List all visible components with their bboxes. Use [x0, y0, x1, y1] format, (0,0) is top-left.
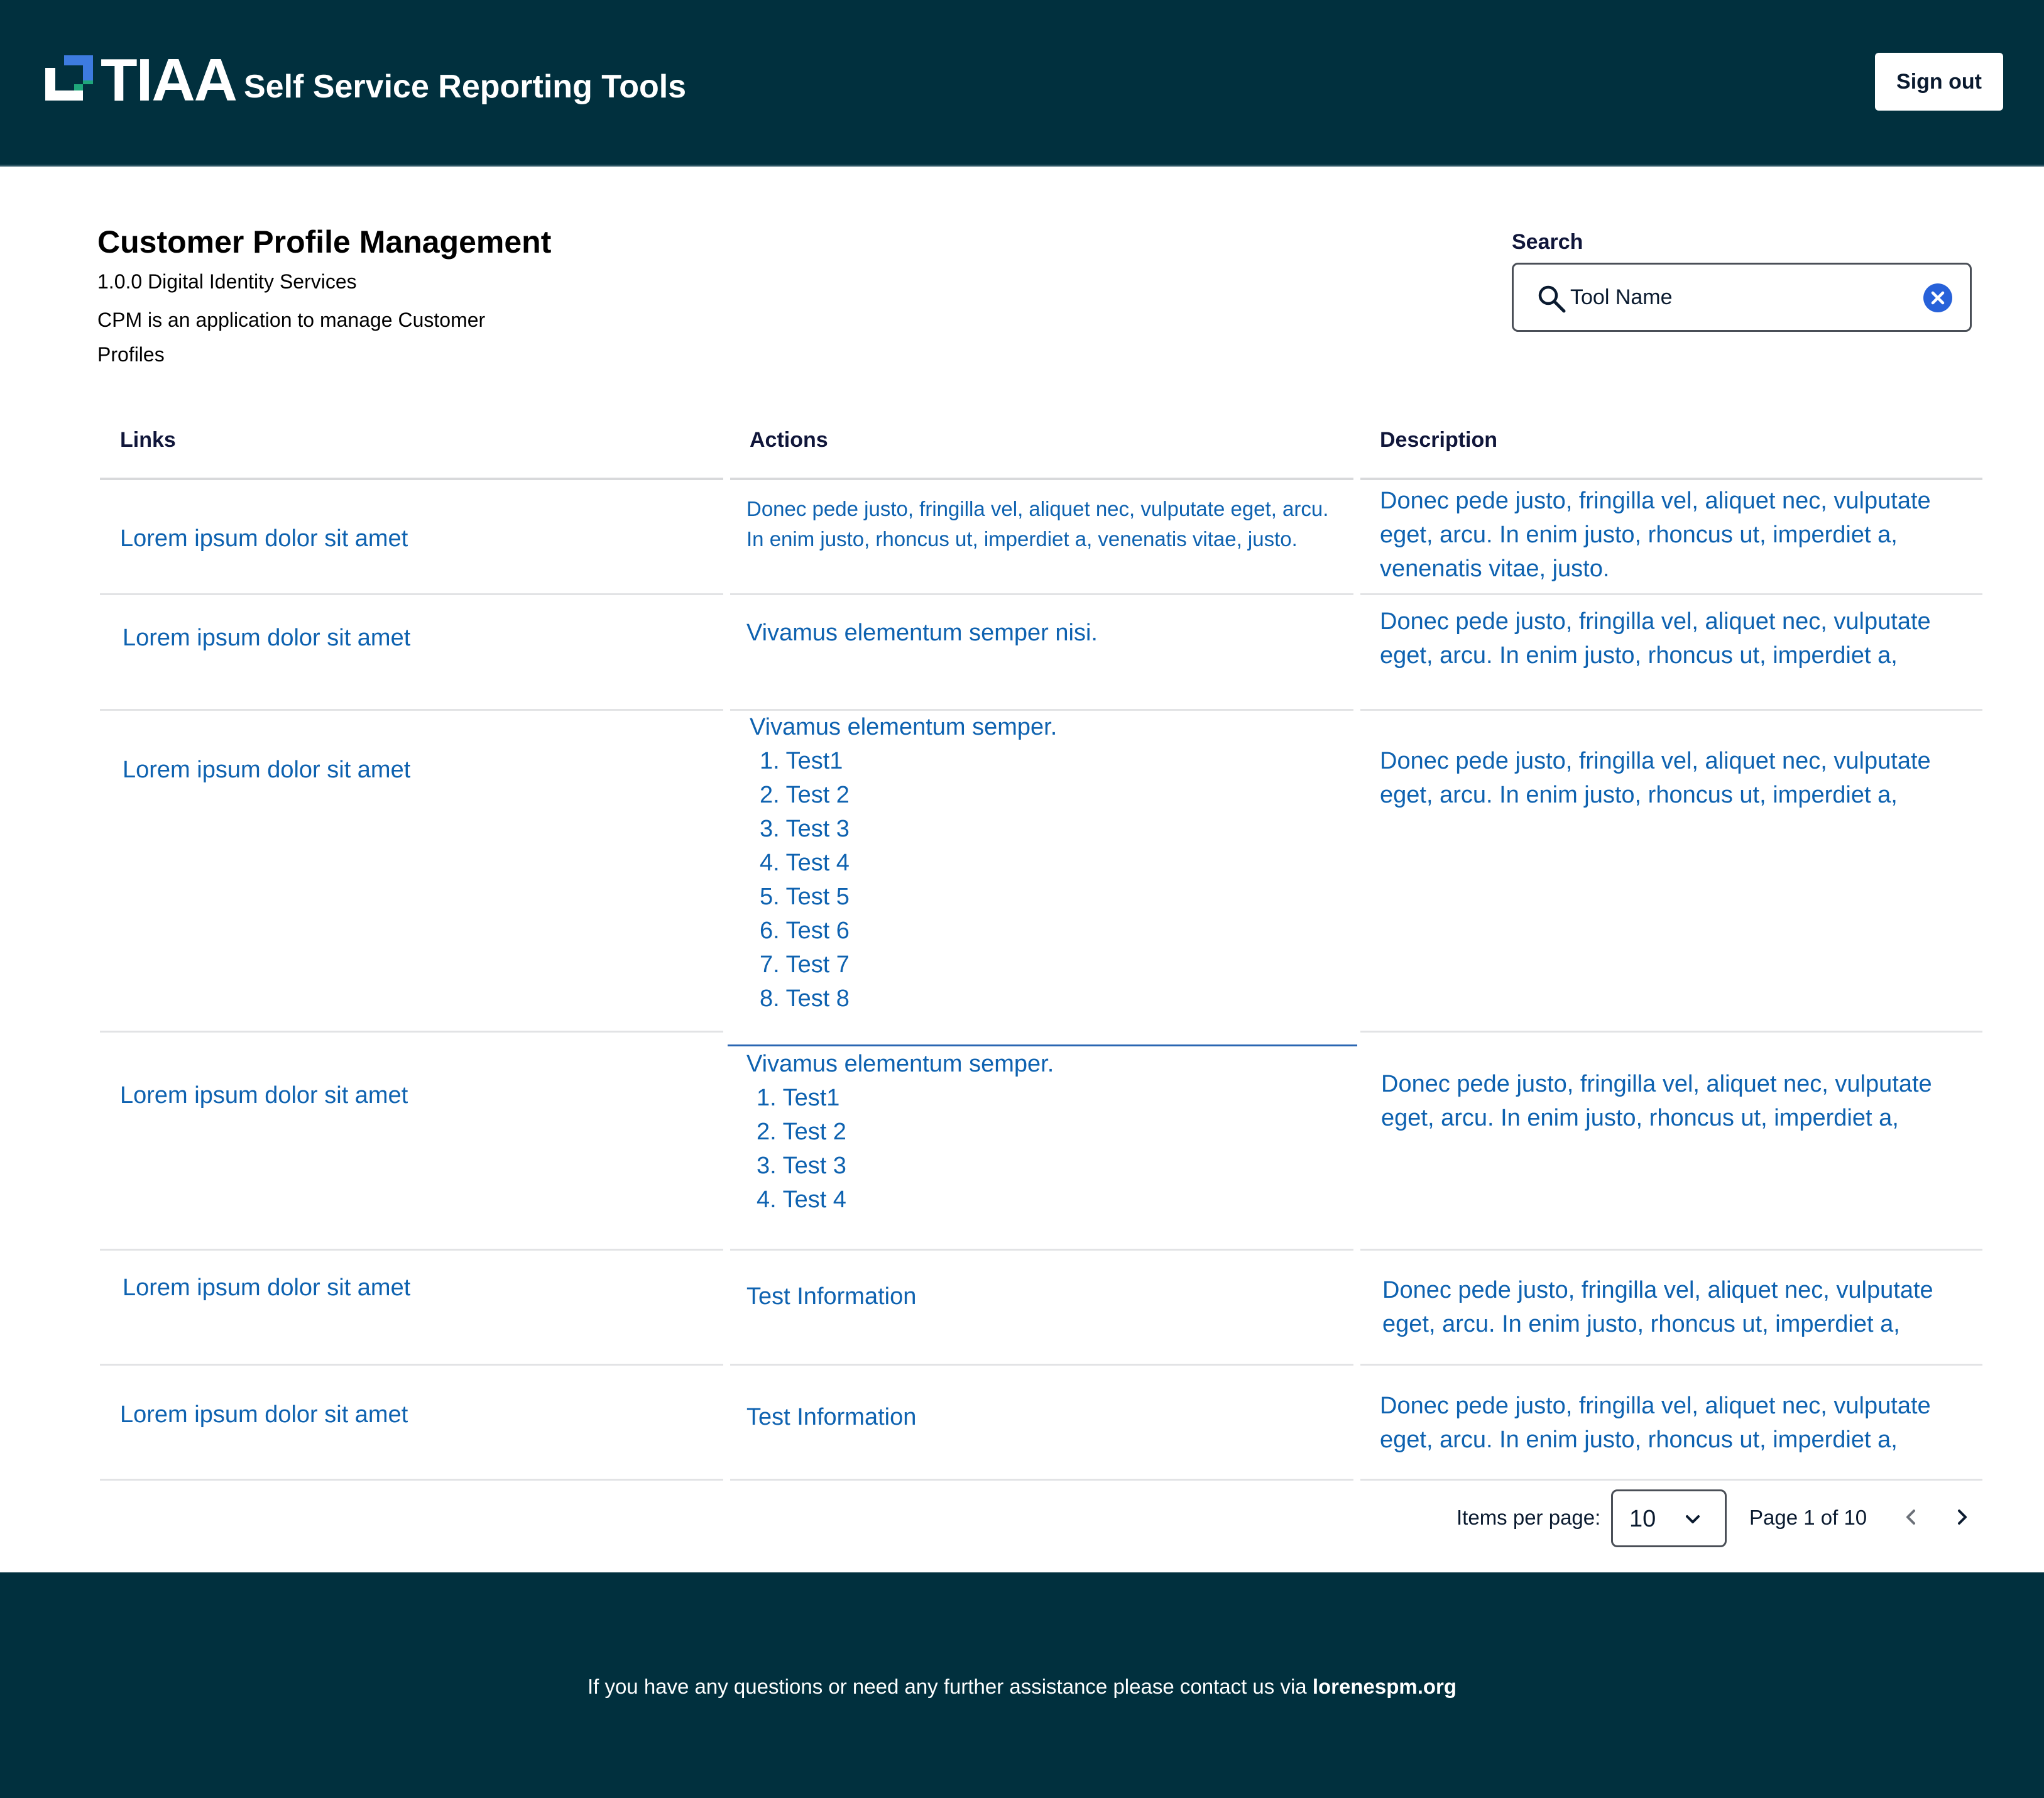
- chevron-right-icon: [1958, 1510, 1967, 1525]
- app-header: TIAA Self Service Reporting Tools Sign o…: [0, 0, 2044, 167]
- row-action: Test Information: [746, 1283, 917, 1310]
- search-label: Search: [1512, 230, 1583, 254]
- row-description: Donec pede justo, fringilla vel, aliquet…: [1380, 608, 1931, 669]
- action-list: 1. Test1 2. Test 2 3. Test 3 4. Test 4: [746, 1081, 1331, 1217]
- tiaa-logo-icon: [45, 55, 93, 101]
- row-link[interactable]: Lorem ipsum dolor sit amet: [123, 753, 410, 787]
- next-page-button[interactable]: [1948, 1503, 1976, 1531]
- list-item: 2. Test 2: [757, 1119, 846, 1145]
- action-intro: Vivamus elementum semper.: [750, 714, 1058, 740]
- row-divider: [100, 1479, 723, 1481]
- action-list: 1. Test1 2. Test 2 3. Test 3 4. Test 4 5…: [750, 744, 1334, 1016]
- page-indicator: Page 1 of 10: [1749, 1506, 1867, 1529]
- sign-out-button[interactable]: Sign out: [1875, 53, 2003, 111]
- row-link[interactable]: Lorem ipsum dolor sit amet: [120, 1078, 408, 1112]
- row-divider: [100, 593, 723, 595]
- row-divider-active: [728, 1044, 1357, 1046]
- row-divider: [1360, 1364, 1982, 1366]
- items-per-page-label: Items per page:: [1456, 1506, 1601, 1529]
- footer-contact-link[interactable]: lorenespm.org: [1313, 1675, 1456, 1698]
- row-description: Donec pede justo, fringilla vel, aliquet…: [1380, 488, 1931, 582]
- chevron-down-icon: [1686, 1515, 1700, 1523]
- chevron-left-icon: [1906, 1510, 1915, 1525]
- table-divider: [730, 478, 1353, 480]
- row-action: Vivamus elementum semper. 1. Test1 2. Te…: [750, 710, 1334, 1016]
- list-item: 5. Test 5: [760, 884, 850, 910]
- column-header-actions: Actions: [750, 428, 828, 452]
- column-header-description: Description: [1380, 428, 1498, 452]
- row-action: Vivamus elementum semper nisi.: [746, 620, 1098, 646]
- page-description: CPM is an application to manage Customer…: [97, 309, 486, 366]
- row-action: Vivamus elementum semper. 1. Test1 2. Te…: [746, 1047, 1331, 1217]
- action-intro: Vivamus elementum semper.: [746, 1051, 1054, 1077]
- row-link[interactable]: Lorem ipsum dolor sit amet: [120, 1398, 408, 1432]
- row-divider: [1360, 1031, 1982, 1033]
- footer-text: If you have any questions or need any fu…: [587, 1675, 1307, 1698]
- row-description: Donec pede justo, fringilla vel, aliquet…: [1380, 1393, 1931, 1453]
- version-line: 1.0.0 Digital Identity Services: [97, 270, 357, 293]
- row-action: Donec pede justo, fringilla vel, aliquet…: [746, 497, 1329, 551]
- row-divider: [730, 1249, 1353, 1251]
- row-divider: [100, 1249, 723, 1251]
- search-field[interactable]: [1512, 263, 1972, 332]
- list-item: 4. Test 4: [760, 850, 850, 876]
- row-divider: [730, 593, 1353, 595]
- row-description: Donec pede justo, fringilla vel, aliquet…: [1381, 1071, 1932, 1131]
- row-description: Donec pede justo, fringilla vel, aliquet…: [1382, 1277, 1933, 1337]
- row-link[interactable]: Lorem ipsum dolor sit amet: [123, 1271, 410, 1305]
- page-title: Customer Profile Management: [97, 224, 552, 260]
- previous-page-button[interactable]: [1898, 1503, 1925, 1531]
- header-divider: [0, 165, 2044, 167]
- search-input[interactable]: [1570, 277, 1897, 317]
- row-divider: [730, 1364, 1353, 1366]
- row-divider: [1360, 593, 1982, 595]
- column-header-links: Links: [120, 428, 176, 452]
- close-icon: [1931, 291, 1945, 305]
- list-item: 8. Test 8: [760, 985, 850, 1012]
- app-title: Self Service Reporting Tools: [244, 69, 687, 105]
- row-divider: [1360, 1249, 1982, 1251]
- row-link[interactable]: Lorem ipsum dolor sit amet: [120, 522, 408, 556]
- row-description: Donec pede justo, fringilla vel, aliquet…: [1380, 748, 1931, 808]
- row-divider: [730, 1479, 1353, 1481]
- list-item: 1. Test1: [757, 1085, 840, 1111]
- logo-wordmark: TIAA: [101, 47, 238, 114]
- row-link[interactable]: Lorem ipsum dolor sit amet: [123, 621, 410, 655]
- list-item: 1. Test1: [760, 748, 843, 774]
- footer-message: If you have any questions or need any fu…: [0, 1673, 2044, 1701]
- list-item: 4. Test 4: [757, 1187, 846, 1213]
- table-divider: [100, 478, 723, 480]
- row-divider: [100, 1364, 723, 1366]
- list-item: 7. Test 7: [760, 951, 850, 978]
- items-per-page-value: 10: [1629, 1506, 1656, 1532]
- search-icon: [1538, 285, 1566, 313]
- list-item: 6. Test 6: [760, 918, 850, 944]
- row-divider: [100, 709, 723, 711]
- table-divider: [1360, 478, 1982, 480]
- row-divider: [100, 1031, 723, 1033]
- clear-search-button[interactable]: [1923, 283, 1952, 312]
- items-per-page-select[interactable]: 10: [1611, 1489, 1727, 1547]
- row-action: Test Information: [746, 1404, 917, 1430]
- list-item: 2. Test 2: [760, 782, 850, 808]
- row-divider: [1360, 709, 1982, 711]
- list-item: 3. Test 3: [760, 816, 850, 842]
- list-item: 3. Test 3: [757, 1153, 846, 1179]
- row-divider: [1360, 1479, 1982, 1481]
